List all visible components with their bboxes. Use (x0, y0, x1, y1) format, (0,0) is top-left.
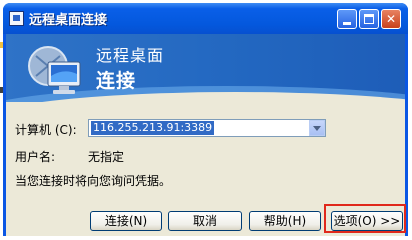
maximize-button[interactable] (359, 9, 379, 29)
computer-label-row: 计算机 (C): (15, 121, 77, 138)
help-button[interactable]: 帮助(H) (249, 211, 321, 231)
banner-title-line1: 远程桌面 (96, 46, 165, 65)
dropdown-arrow-icon[interactable] (309, 120, 325, 136)
close-button[interactable]: ✕ (381, 9, 401, 29)
minimize-button[interactable] (337, 9, 357, 29)
minimize-icon (343, 22, 351, 25)
title-bar[interactable]: 远程桌面连接 ✕ (3, 3, 408, 34)
username-label: 用户名: (15, 150, 56, 164)
connect-button[interactable]: 连接(N) (90, 211, 162, 231)
app-icon (9, 11, 24, 26)
options-highlight-box (324, 204, 406, 233)
monitor-icon (28, 46, 81, 94)
cancel-button[interactable]: 取消 (168, 211, 242, 231)
computer-input[interactable]: 116.255.213.91:3389 (91, 121, 215, 135)
computer-combobox[interactable]: 116.255.213.91:3389 (88, 119, 326, 137)
username-value: 无指定 (88, 150, 125, 164)
maximize-icon (364, 14, 374, 24)
remote-desktop-window: 远程桌面连接 ✕ 远程桌面 连接 计算机 (C): 116.255.213.91… (3, 3, 408, 236)
computer-access-key: (C): (54, 123, 77, 137)
computer-label: 计算机 (15, 123, 52, 137)
header-banner: 远程桌面 连接 (6, 34, 405, 102)
window-title: 远程桌面连接 (29, 13, 108, 28)
banner-title-line2: 连接 (96, 70, 137, 92)
close-icon: ✕ (385, 12, 397, 26)
credential-prompt-text: 当您连接时将向您询问凭据。 (15, 174, 172, 188)
